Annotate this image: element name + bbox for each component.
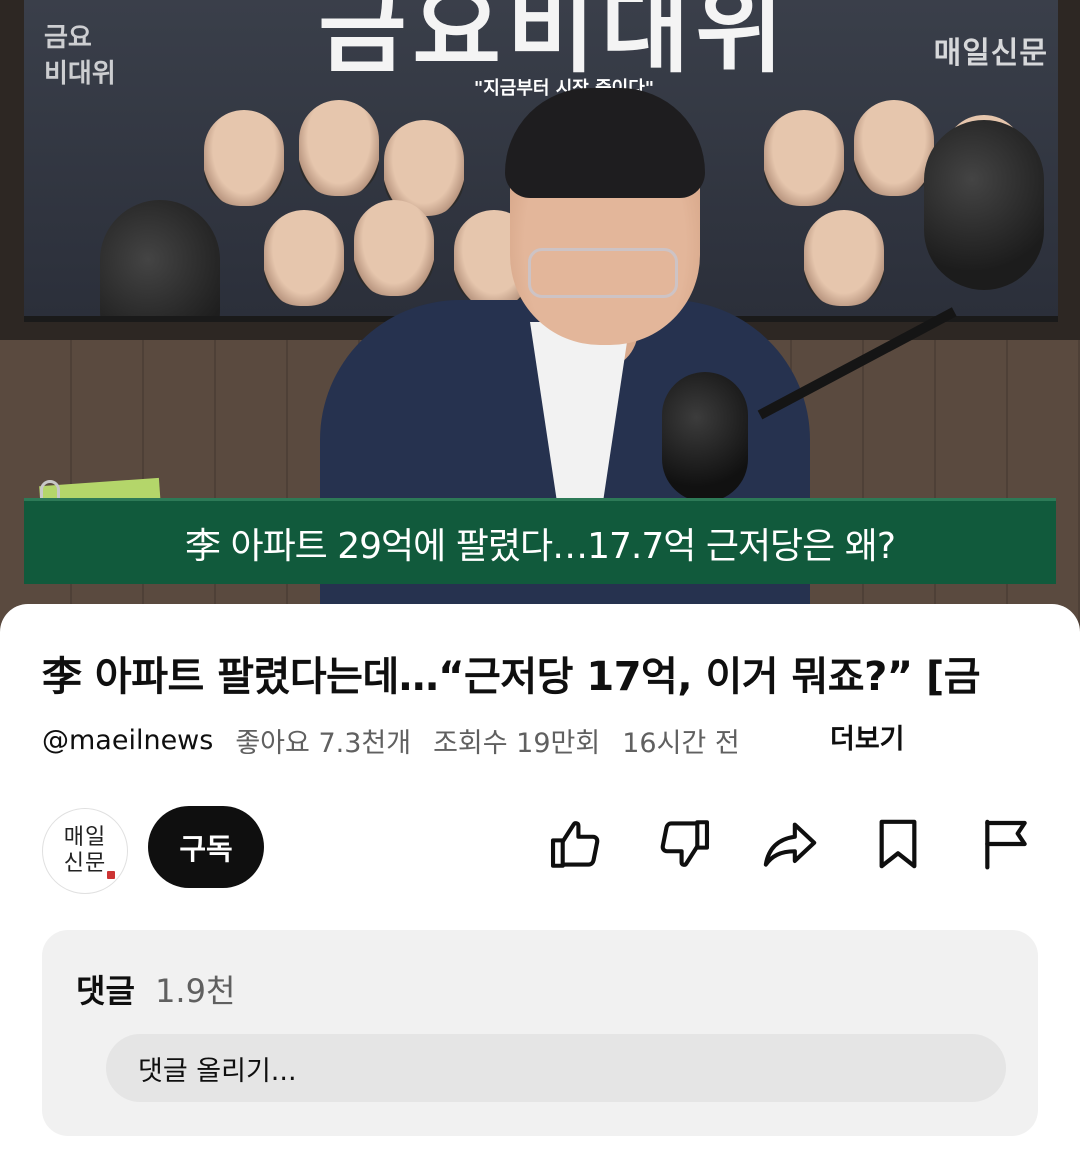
subscribe-button[interactable]: 구독	[148, 806, 264, 888]
screen-tag: 금요 비대위	[44, 23, 116, 89]
background-mic	[924, 120, 1044, 290]
desk-microphone	[662, 372, 748, 502]
avatar-logo-text: 매일 신문	[63, 825, 107, 876]
share-button[interactable]	[760, 814, 820, 874]
video-caption: 李 아파트 29억에 팔렸다…17.7억 근저당은 왜?	[185, 525, 896, 567]
save-icon	[879, 819, 917, 869]
background-mic	[100, 200, 220, 316]
view-count: 조회수 19만회	[433, 727, 601, 759]
comments-card[interactable]: 댓글 1.9천 댓글 올리기...	[42, 930, 1038, 1136]
avatar-seal	[107, 871, 115, 879]
report-button[interactable]	[976, 814, 1036, 874]
screen-title: 금요비대위	[318, 0, 790, 86]
video-caption-bar: 李 아파트 29억에 팔렸다…17.7억 근저당은 왜?	[24, 498, 1056, 584]
video-player[interactable]: 금요비대위 "지금부터 시작 중이다" 금요 비대위 매일신문 李 아파트 29…	[0, 0, 1080, 632]
comments-label: 댓글	[76, 972, 135, 1010]
channel-handle[interactable]: @maeilnews	[42, 725, 213, 756]
save-button[interactable]	[868, 814, 928, 874]
presenter-glasses	[528, 248, 678, 298]
channel-avatar[interactable]: 매일 신문	[42, 808, 128, 894]
like-count: 좋아요 7.3천개	[235, 727, 412, 759]
video-title[interactable]: 李 아파트 팔렸다는데…“근저당 17억, 이거 뭐죠?” [금	[42, 644, 1062, 702]
video-meta[interactable]: @maeilnews 좋아요 7.3천개 조회수 19만회 16시간 전	[42, 720, 762, 760]
dislike-button[interactable]	[654, 814, 714, 874]
comments-header: 댓글 1.9천	[76, 966, 235, 1012]
channel-watermark: 매일신문	[933, 36, 1048, 71]
video-info-sheet: 李 아파트 팔렸다는데…“근저당 17억, 이거 뭐죠?” [금 @maeiln…	[0, 604, 1080, 1151]
title-fade	[990, 634, 1080, 704]
more-button[interactable]: 더보기	[830, 720, 905, 760]
thumbs-down-icon	[660, 820, 710, 867]
comment-input[interactable]: 댓글 올리기...	[106, 1034, 1006, 1102]
share-icon	[763, 822, 817, 867]
like-button[interactable]	[546, 814, 606, 874]
thumbs-up-icon	[550, 821, 600, 868]
comments-count: 1.9천	[155, 972, 236, 1010]
upload-time: 16시간 전	[622, 727, 740, 759]
report-flag-icon	[985, 819, 1027, 870]
